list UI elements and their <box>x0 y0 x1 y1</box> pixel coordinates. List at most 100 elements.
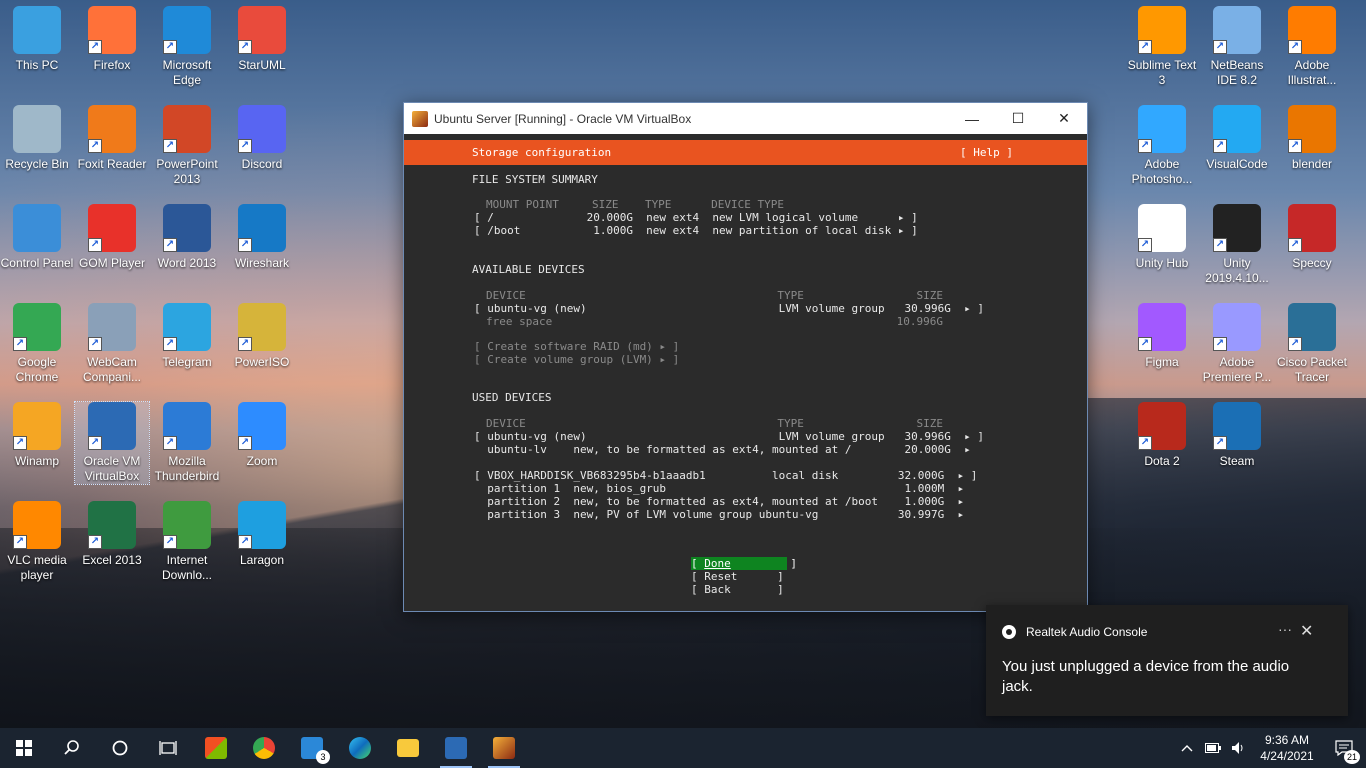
edge-icon <box>349 737 371 759</box>
reset-button[interactable]: [ Reset ] <box>691 570 784 583</box>
discord-icon: ↗ <box>238 105 286 153</box>
desktop-icon[interactable]: ↗ NetBeans IDE 8.2 <box>1200 6 1274 88</box>
window-titlebar[interactable]: Ubuntu Server [Running] - Oracle VM Virt… <box>404 103 1087 134</box>
clock-time: 9:36 AM <box>1264 733 1310 747</box>
desktop-icon[interactable]: ↗ VLC media player <box>0 501 74 583</box>
minimize-button[interactable]: — <box>949 103 995 134</box>
vm-screen[interactable]: Storage configuration [ Help ] FILE SYST… <box>404 134 1087 611</box>
used-device-row[interactable]: [ ubuntu-vg (new) LVM volume group 30.99… <box>474 430 984 443</box>
taskbar-virtualbox[interactable] <box>432 728 480 768</box>
used-device-row[interactable]: partition 1 new, bios_grub 1.000M ▸ <box>474 482 964 495</box>
task-view-icon <box>159 741 177 755</box>
desktop-icon[interactable]: ↗ Speccy <box>1275 204 1349 271</box>
battery-button[interactable] <box>1200 728 1226 768</box>
desktop-icon-label: Wireshark <box>234 256 289 270</box>
desktop-icon[interactable]: Recycle Bin <box>0 105 74 172</box>
desktop-icon[interactable]: ↗ Foxit Reader <box>75 105 149 172</box>
desktop-icon[interactable]: ↗ StarUML <box>225 6 299 73</box>
task-view-button[interactable] <box>144 728 192 768</box>
back-button[interactable]: [ Back ] <box>691 583 784 596</box>
shortcut-arrow-icon: ↗ <box>1138 436 1152 450</box>
desktop-icon-label: VLC media player <box>7 553 67 582</box>
zoom-icon: ↗ <box>238 402 286 450</box>
virtualbox-vm-icon <box>493 737 515 759</box>
desktop-icon[interactable]: ↗ blender <box>1275 105 1349 172</box>
desktop-icon-label: Excel 2013 <box>82 553 142 567</box>
shortcut-arrow-icon: ↗ <box>238 139 252 153</box>
desktop-icon[interactable]: ↗ Steam <box>1200 402 1274 469</box>
desktop-icon[interactable]: ↗ Microsoft Edge <box>150 6 224 88</box>
action-center-button[interactable]: 21 <box>1322 728 1366 768</box>
desktop-icon[interactable]: ↗ Sublime Text 3 <box>1125 6 1199 88</box>
desktop-icon[interactable]: ↗ Adobe Photosho... <box>1125 105 1199 187</box>
desktop-icon[interactable]: ↗ PowerISO <box>225 303 299 370</box>
desktop-icon[interactable]: ↗ Zoom <box>225 402 299 469</box>
desktop-icon-label: WebCam Compani... <box>82 355 142 384</box>
virtualbox-window[interactable]: Ubuntu Server [Running] - Oracle VM Virt… <box>403 102 1088 612</box>
available-device-row[interactable]: [ ubuntu-vg (new) LVM volume group 30.99… <box>474 302 984 315</box>
desktop-icon[interactable]: ↗ Laragon <box>225 501 299 568</box>
used-device-row[interactable]: [ VBOX_HARDDISK_VB683295b4-b1aaadb1 loca… <box>474 469 977 482</box>
desktop-icon[interactable]: ↗ Dota 2 <box>1125 402 1199 469</box>
done-button[interactable]: [ Done ] <box>691 557 797 570</box>
desktop-icon-label: Firefox <box>93 58 131 72</box>
notification-close-button[interactable]: ✕ <box>1300 621 1313 641</box>
volume-button[interactable] <box>1226 728 1252 768</box>
desktop-icon[interactable]: ↗ Telegram <box>150 303 224 370</box>
desktop-icon[interactable]: Control Panel <box>0 204 74 271</box>
desktop-icon[interactable]: ↗ Cisco Packet Tracer <box>1275 303 1349 385</box>
desktop-icon[interactable]: ↗ Unity Hub <box>1125 204 1199 271</box>
virtualbox-icon: ↗ <box>88 402 136 450</box>
desktop-icon[interactable]: ↗ Figma <box>1125 303 1199 370</box>
desktop-icon[interactable]: ↗ Mozilla Thunderbird <box>150 402 224 484</box>
desktop-icon[interactable]: ↗ WebCam Compani... <box>75 303 149 385</box>
desktop-icon[interactable]: ↗ GOM Player <box>75 204 149 271</box>
used-device-row[interactable]: partition 2 new, to be formatted as ext4… <box>474 495 964 508</box>
taskbar-chrome[interactable] <box>240 728 288 768</box>
desktop-icon[interactable]: ↗ PowerPoint 2013 <box>150 105 224 187</box>
desktop-icon[interactable]: ↗ Unity 2019.4.10... <box>1200 204 1274 286</box>
search-button[interactable] <box>48 728 96 768</box>
taskbar-vm-window[interactable] <box>480 728 528 768</box>
taskbar-file-explorer[interactable] <box>384 728 432 768</box>
desktop-icon[interactable]: ↗ Excel 2013 <box>75 501 149 568</box>
dota-icon: ↗ <box>1138 402 1186 450</box>
desktop-icon[interactable]: This PC <box>0 6 74 73</box>
speaker-icon <box>1232 742 1243 754</box>
shortcut-arrow-icon: ↗ <box>238 436 252 450</box>
start-button[interactable] <box>0 728 48 768</box>
store-icon <box>205 737 227 759</box>
used-device-row[interactable]: ubuntu-lv new, to be formatted as ext4, … <box>474 443 970 456</box>
create-raid-button[interactable]: [ Create software RAID (md) ▸ ] <box>474 340 679 353</box>
desktop-icon[interactable]: ↗ Adobe Premiere P... <box>1200 303 1274 385</box>
desktop-icon[interactable]: ↗ Adobe Illustrat... <box>1275 6 1349 88</box>
clock[interactable]: 9:36 AM 4/24/2021 <box>1252 732 1322 764</box>
maximize-button[interactable]: ☐ <box>995 103 1041 134</box>
desktop-icon-label: Microsoft Edge <box>162 58 212 87</box>
taskbar-edge[interactable] <box>336 728 384 768</box>
desktop-icon[interactable]: ↗ VisualCode <box>1200 105 1274 172</box>
close-button[interactable]: ✕ <box>1041 103 1087 134</box>
desktop-icon[interactable]: ↗ Firefox <box>75 6 149 73</box>
desktop-icon[interactable]: ↗ Internet Downlo... <box>150 501 224 583</box>
show-hidden-icons-button[interactable] <box>1174 728 1200 768</box>
used-device-row[interactable]: partition 3 new, PV of LVM volume group … <box>474 508 964 521</box>
fs-row-root[interactable]: [ / 20.000G new ext4 new LVM logical vol… <box>474 211 918 224</box>
desktop-icon[interactable]: ↗ Discord <box>225 105 299 172</box>
cortana-button[interactable] <box>96 728 144 768</box>
desktop-icon[interactable]: ↗ Oracle VM VirtualBox <box>74 401 150 485</box>
audio-notification[interactable]: Realtek Audio Console ··· ✕ You just unp… <box>986 605 1348 716</box>
desktop-icon[interactable]: ↗ Wireshark <box>225 204 299 271</box>
notification-more-button[interactable]: ··· <box>1278 621 1292 637</box>
poweriso-icon: ↗ <box>238 303 286 351</box>
desktop-icon[interactable]: ↗ Google Chrome <box>0 303 74 385</box>
fs-row-boot[interactable]: [ /boot 1.000G new ext4 new partition of… <box>474 224 918 237</box>
taskbar-mail[interactable]: 3 <box>288 728 336 768</box>
help-button[interactable]: [ Help ] <box>960 146 1013 159</box>
desktop-icon[interactable]: ↗ Word 2013 <box>150 204 224 271</box>
foxit-icon: ↗ <box>88 105 136 153</box>
desktop-icon[interactable]: ↗ Winamp <box>0 402 74 469</box>
taskbar-store[interactable] <box>192 728 240 768</box>
premiere-icon: ↗ <box>1213 303 1261 351</box>
create-volume-group-button[interactable]: [ Create volume group (LVM) ▸ ] <box>474 353 679 366</box>
